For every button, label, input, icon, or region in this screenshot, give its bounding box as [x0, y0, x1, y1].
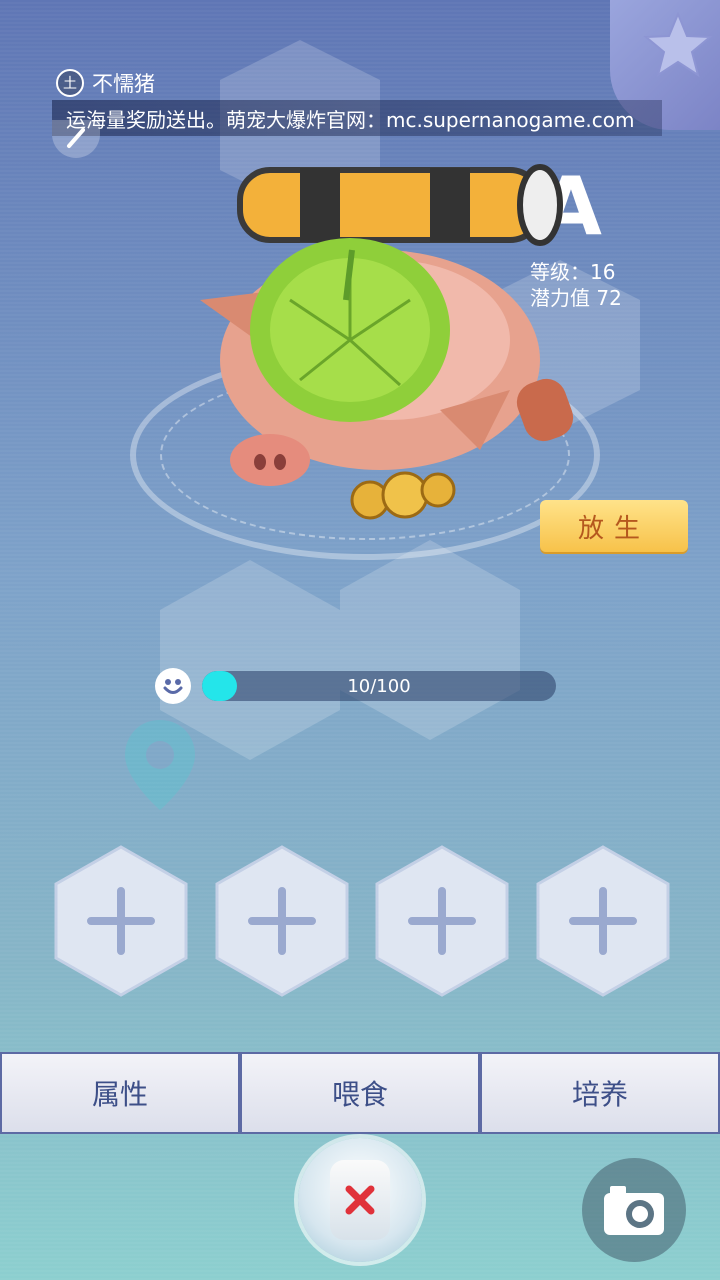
release-button[interactable]: 放生	[540, 500, 688, 552]
accessory-slot-1[interactable]	[54, 845, 188, 997]
star-icon	[643, 11, 713, 78]
tab-train[interactable]: 培养	[482, 1054, 718, 1132]
owner-badge: 土	[56, 69, 84, 97]
mood-progress-text: 10/100	[347, 675, 411, 697]
pet-pig-model[interactable]	[180, 150, 580, 530]
smiley-icon	[155, 668, 191, 704]
accessory-slot-2[interactable]	[215, 845, 349, 997]
pet-action-tabs: 属性 喂食 培养	[0, 1052, 720, 1134]
close-button-inner	[330, 1160, 390, 1240]
camera-button[interactable]	[582, 1158, 686, 1262]
camera-icon	[604, 1186, 664, 1235]
mood-progress-bar: 10/100	[202, 671, 556, 701]
owner-name: 不懦猪	[92, 72, 155, 96]
close-icon	[345, 1185, 375, 1215]
tab-feed[interactable]: 喂食	[242, 1054, 478, 1132]
close-button[interactable]	[298, 1138, 422, 1262]
accessory-slot-4[interactable]	[536, 845, 670, 997]
accessory-slot-3[interactable]	[375, 845, 509, 997]
location-pin-icon	[125, 720, 195, 810]
ticker-text: 运海量奖励送出。萌宠大爆炸官网：mc.supernanogame.com	[66, 107, 635, 132]
owner-info: 土 不懦猪	[56, 68, 155, 98]
back-icon	[67, 128, 85, 148]
tab-attributes[interactable]: 属性	[2, 1054, 238, 1132]
announcement-ticker: 运海量奖励送出。萌宠大爆炸官网：mc.supernanogame.com	[52, 100, 662, 136]
